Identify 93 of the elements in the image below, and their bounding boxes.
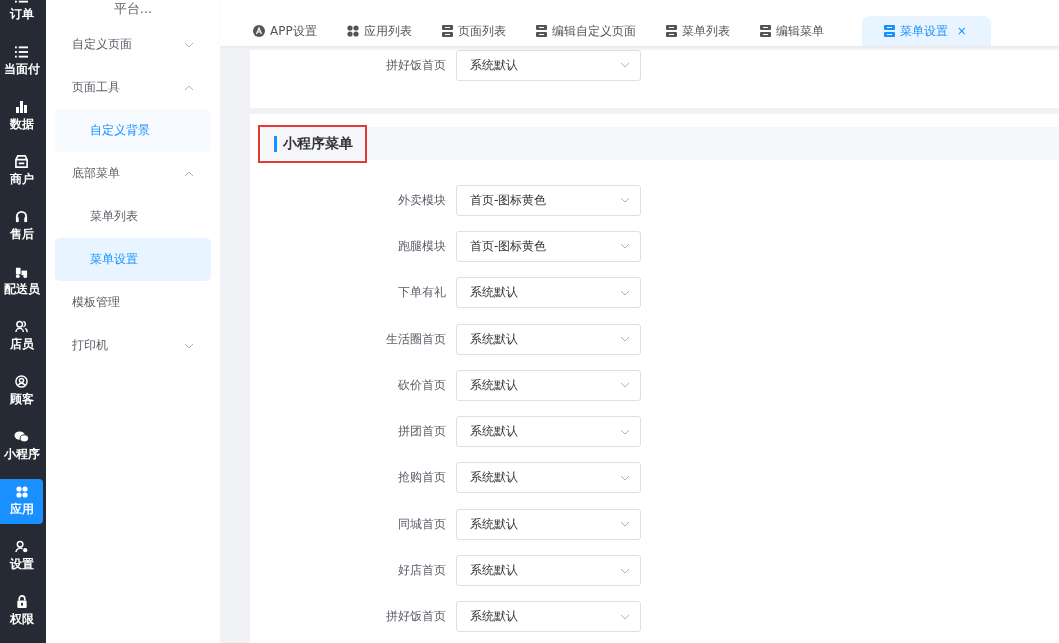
tab[interactable]: 页面列表 bbox=[441, 16, 520, 46]
nav-label: 当面付 bbox=[3, 60, 40, 78]
person-icon bbox=[15, 375, 28, 388]
nav-label: 数据 bbox=[9, 115, 34, 133]
select-field[interactable]: 系统默认 bbox=[456, 369, 641, 401]
nav-label: 店员 bbox=[9, 336, 34, 353]
nav-item[interactable]: 配送员 bbox=[0, 259, 43, 304]
nav-item[interactable]: 售后 bbox=[0, 204, 43, 249]
select-field[interactable]: 系统默认 bbox=[456, 416, 641, 448]
chevron-down-icon bbox=[620, 474, 630, 481]
chevron-down-icon bbox=[620, 336, 630, 343]
nav-item[interactable]: 权限 bbox=[0, 589, 43, 634]
field-label: 跑腿模块 bbox=[397, 237, 447, 255]
nav-item[interactable]: 商户 bbox=[0, 149, 43, 194]
select-field[interactable]: 系统默认 bbox=[456, 601, 641, 633]
select-field[interactable]: 系统默认 bbox=[456, 50, 641, 81]
nav-label: 顾客 bbox=[9, 391, 34, 408]
field-label: 抢购首页 bbox=[397, 469, 447, 487]
select-field[interactable]: 系统默认 bbox=[456, 323, 641, 355]
courier-icon bbox=[15, 265, 28, 278]
nav-item[interactable]: 订单 bbox=[0, 0, 43, 29]
user-gear-icon bbox=[15, 540, 28, 553]
sidebar-item[interactable]: 底部菜单 bbox=[46, 152, 220, 195]
chat-bubbles-icon bbox=[14, 430, 29, 443]
chevron-down-icon bbox=[620, 197, 630, 204]
tab[interactable]: 编辑自定义页面 bbox=[535, 16, 650, 46]
chevron-up-icon bbox=[184, 170, 194, 177]
chevron-down-icon bbox=[620, 243, 630, 250]
page-icon bbox=[441, 25, 453, 37]
select-field[interactable]: 首页-图标黄色 bbox=[456, 184, 641, 216]
chevron-down-icon bbox=[184, 41, 194, 48]
select-field[interactable]: 系统默认 bbox=[456, 508, 641, 540]
chevron-up-icon bbox=[184, 84, 194, 91]
chevron-down-icon bbox=[620, 289, 630, 296]
sidebar-item[interactable]: 模板管理 bbox=[46, 281, 220, 324]
lock-icon bbox=[15, 595, 28, 608]
chevron-down-icon bbox=[620, 567, 630, 574]
bar-chart-icon bbox=[15, 100, 28, 113]
page-icon bbox=[665, 25, 677, 37]
section-title: 小程序菜单 bbox=[283, 134, 353, 153]
page-icon bbox=[535, 25, 547, 37]
nav-label: 配送员 bbox=[3, 281, 40, 298]
select-field[interactable]: 首页-图标黄色 bbox=[456, 230, 641, 262]
tab[interactable]: 编辑菜单 bbox=[759, 16, 838, 46]
app-store-icon bbox=[253, 25, 265, 37]
accent-bar bbox=[274, 135, 277, 152]
chevron-down-icon bbox=[620, 613, 630, 620]
select-field[interactable]: 系统默认 bbox=[456, 462, 641, 494]
chevron-down-icon bbox=[620, 62, 630, 68]
field-label: 外卖模块 bbox=[397, 191, 447, 209]
grid-icon bbox=[15, 485, 28, 498]
nav-label: 售后 bbox=[9, 226, 34, 243]
headset-icon bbox=[15, 210, 28, 223]
nav-item[interactable]: 当面付 bbox=[0, 39, 43, 84]
people-icon bbox=[15, 320, 28, 333]
nav-label: 订单 bbox=[9, 5, 34, 23]
list-icon bbox=[15, 45, 28, 58]
field-label: 砍价首页 bbox=[397, 376, 447, 394]
field-label: 拼好饭首页 bbox=[385, 56, 447, 74]
page-icon bbox=[883, 25, 895, 37]
nav-item[interactable]: 顾客 bbox=[0, 369, 43, 414]
chevron-down-icon bbox=[184, 342, 194, 349]
nav-label: 应用 bbox=[9, 500, 34, 518]
sidebar-item[interactable]: 自定义页面 bbox=[46, 23, 220, 66]
field-label: 同城首页 bbox=[397, 515, 447, 533]
field-label: 生活圈首页 bbox=[385, 330, 447, 348]
nav-label: 权限 bbox=[9, 611, 34, 628]
field-label: 拼好饭首页 bbox=[385, 608, 447, 626]
field-label: 好店首页 bbox=[397, 562, 447, 579]
select-field[interactable]: 系统默认 bbox=[456, 277, 641, 309]
sidebar-item[interactable]: 页面工具 bbox=[46, 66, 220, 109]
nav-item[interactable]: 店员 bbox=[0, 314, 43, 359]
chevron-down-icon bbox=[620, 382, 630, 389]
nav-label: 商户 bbox=[9, 171, 34, 188]
field-label: 下单有礼 bbox=[397, 284, 447, 302]
tab[interactable]: 菜单列表 bbox=[665, 16, 744, 46]
chevron-down-icon bbox=[620, 428, 630, 435]
sidebar-item[interactable]: 打印机 bbox=[46, 324, 220, 367]
nav-item[interactable]: 小程序 bbox=[0, 424, 43, 469]
page-icon bbox=[759, 25, 771, 37]
nav-item[interactable]: 设置 bbox=[0, 534, 43, 579]
nav-label: 小程序 bbox=[3, 446, 40, 463]
nav-label: 设置 bbox=[9, 556, 34, 573]
field-label: 拼团首页 bbox=[397, 423, 447, 441]
chevron-down-icon bbox=[620, 521, 630, 528]
tab[interactable]: 应用列表 bbox=[346, 16, 426, 46]
select-field[interactable]: 系统默认 bbox=[456, 555, 641, 586]
store-icon bbox=[15, 155, 28, 168]
sidebar-header: 平台... bbox=[112, 0, 154, 18]
tab[interactable]: APP设置 bbox=[253, 16, 331, 46]
sidebar-subitem[interactable]: 菜单列表 bbox=[55, 195, 211, 238]
grid-icon bbox=[346, 25, 359, 37]
nav-item[interactable]: 数据 bbox=[0, 94, 43, 139]
